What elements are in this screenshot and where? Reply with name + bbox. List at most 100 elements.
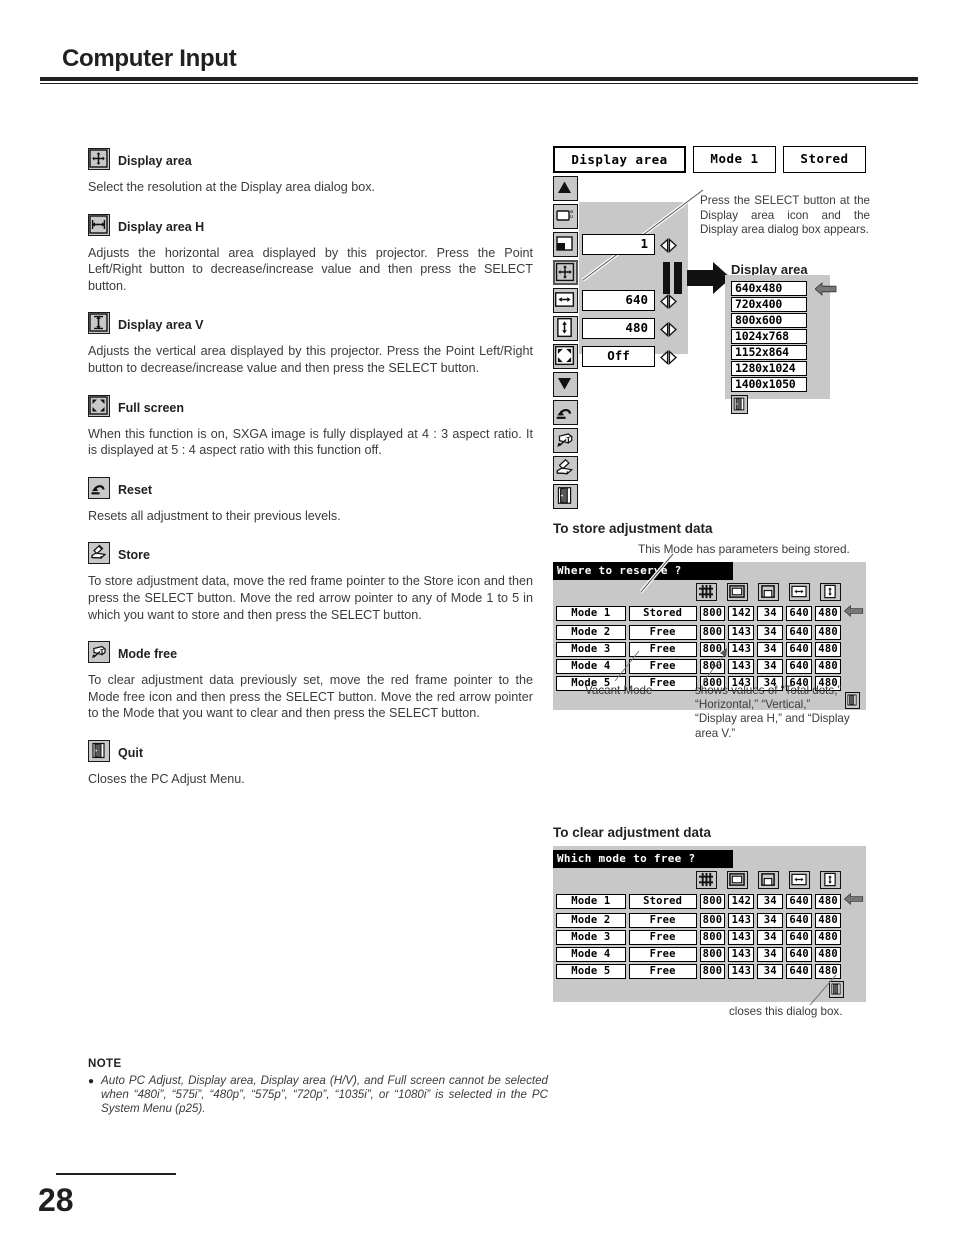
section-body: To store adjustment data, move the red f…	[88, 574, 533, 622]
clear-dialog-bar: Which mode to free ?	[553, 850, 733, 868]
total-dots-value: 800	[699, 930, 726, 945]
point-left-right-icon[interactable]	[659, 237, 677, 253]
section-quit: Quit Closes the PC Adjust Menu.	[88, 739, 533, 788]
osd-row-display-area	[553, 260, 688, 285]
mode-state: Free	[628, 947, 697, 962]
osd-icon-column: au 1 640 480 Off	[553, 176, 688, 509]
display-area-icon[interactable]	[553, 260, 578, 285]
osd-top-bar: Display area Mode 1 Stored	[553, 146, 867, 173]
display-area-v-value: 480	[815, 913, 842, 928]
store-adjustment-section: To store adjustment data This Mode has p…	[553, 521, 918, 740]
display-area-h-value: 640	[786, 894, 813, 909]
total-dots-icon	[696, 583, 717, 601]
vertical-value: 34	[757, 913, 784, 928]
osd-mode-box[interactable]: Mode 1	[693, 146, 776, 173]
store-icon	[88, 542, 110, 565]
display-area-h-icon[interactable]	[553, 288, 578, 313]
vertical-icon	[758, 871, 779, 889]
display-area-v-value: 480	[815, 625, 842, 640]
mode-label: Mode 1	[556, 606, 626, 621]
stored-leader-line	[639, 552, 675, 594]
display-area-h-value: 640	[786, 625, 813, 640]
resolution-option[interactable]: 720x400	[731, 297, 807, 312]
annotation-closes-dialog: closes this dialog box.	[729, 1005, 843, 1018]
full-screen-value[interactable]: Off	[582, 346, 655, 367]
mode-free-icon[interactable]	[553, 428, 578, 453]
annotation-values: shows values of “Total dots,” “Horizonta…	[695, 684, 850, 740]
display-area-v-value[interactable]: 480	[582, 318, 655, 339]
mode-label: Mode 3	[556, 930, 626, 945]
point-left-right-icon[interactable]	[659, 293, 677, 309]
display-area-h-value: 640	[786, 659, 813, 674]
clear-adjustment-section: To clear adjustment data Which mode to f…	[553, 825, 918, 1018]
horizontal-value: 143	[728, 930, 755, 945]
auto-pc-adjust-icon[interactable]: au	[553, 204, 578, 229]
section-body: Select the resolution at the Display are…	[88, 180, 376, 194]
reset-icon[interactable]	[553, 400, 578, 425]
resolution-option[interactable]: 1280x1024	[731, 361, 807, 376]
table-row[interactable]: Mode 1 Stored 800 142 34 640 480	[553, 603, 866, 624]
left-content-column: Display area Select the resolution at th…	[88, 148, 533, 806]
point-left-right-icon[interactable]	[659, 321, 677, 337]
scroll-down-icon[interactable]	[553, 372, 578, 397]
table-row[interactable]: Mode 3 Free 800 143 34 640 480	[553, 929, 866, 946]
vertical-value: 34	[757, 606, 784, 621]
section-title: Full screen	[118, 400, 184, 415]
display-area-h-icon	[789, 583, 810, 601]
section-body: To clear adjustment data previously set,…	[88, 673, 533, 721]
row-pointer	[843, 604, 866, 623]
vacant-mode-leader-line	[614, 650, 640, 682]
total-dots-icon	[696, 871, 717, 889]
section-heading: Display area V	[88, 312, 533, 338]
section-title: Display area V	[118, 318, 204, 333]
total-dots-value: 800	[699, 947, 726, 962]
osd-status-box: Stored	[783, 146, 866, 173]
store-section-heading: To store adjustment data	[553, 521, 713, 536]
clear-section-heading: To clear adjustment data	[553, 825, 712, 840]
section-display-area-v: Display area V Adjusts the vertical area…	[88, 312, 533, 376]
display-area-h-value: 640	[786, 642, 813, 657]
display-area-v-icon	[820, 583, 841, 601]
note-item: ● Auto PC Adjust, Display area, Display …	[88, 1074, 548, 1116]
table-row[interactable]: Mode 4 Free 800 143 34 640 480	[553, 946, 866, 963]
total-dots-value: 800	[699, 625, 726, 640]
bullet-icon: ●	[88, 1076, 95, 1087]
quit-icon	[88, 739, 110, 762]
mode-state: Stored	[628, 894, 697, 909]
vertical-value: 34	[757, 930, 784, 945]
mode-label: Mode 5	[556, 964, 626, 979]
mode-state: Stored	[628, 606, 697, 621]
osd-title-box: Display area	[553, 146, 686, 173]
display-area-v-icon[interactable]	[553, 316, 578, 341]
display-area-h-value[interactable]: 640	[582, 290, 655, 311]
quit-icon[interactable]	[553, 484, 578, 509]
note-text: Auto PC Adjust, Display area, Display ar…	[101, 1074, 548, 1115]
osd-row-display-area-h: 640	[553, 288, 688, 313]
full-screen-icon[interactable]	[553, 344, 578, 369]
total-dots-value[interactable]: 1	[582, 234, 655, 255]
reset-icon	[88, 476, 110, 499]
total-dots-icon[interactable]	[553, 232, 578, 257]
note-heading: NOTE	[88, 1058, 122, 1070]
resolution-option[interactable]: 640x480	[731, 281, 807, 296]
table-row[interactable]: Mode 2 Free 800 143 34 640 480	[553, 912, 866, 929]
resolution-option[interactable]: 1152x864	[731, 345, 807, 360]
resolution-option[interactable]: 800x600	[731, 313, 807, 328]
quit-icon[interactable]	[731, 395, 748, 414]
mode-free-icon	[88, 641, 110, 664]
resolution-option[interactable]: 1024x768	[731, 329, 807, 344]
horizontal-value: 142	[728, 894, 755, 909]
vertical-value: 34	[757, 642, 784, 657]
scroll-up-icon[interactable]	[553, 176, 578, 201]
table-row[interactable]: Mode 1 Stored 800 142 34 640 480	[553, 891, 866, 912]
table-row[interactable]: Mode 2 Free 800 143 34 640 480	[553, 624, 866, 641]
store-icon[interactable]	[553, 456, 578, 481]
point-left-right-icon[interactable]	[659, 349, 677, 365]
mode-label: Mode 2	[556, 625, 626, 640]
section-heading: Reset	[88, 476, 533, 503]
section-title: Quit	[118, 745, 143, 760]
mode-state: Free	[628, 964, 697, 979]
section-heading: Quit	[88, 739, 533, 766]
left-arrow-pointer-icon	[815, 282, 837, 296]
resolution-option[interactable]: 1400x1050	[731, 377, 807, 392]
